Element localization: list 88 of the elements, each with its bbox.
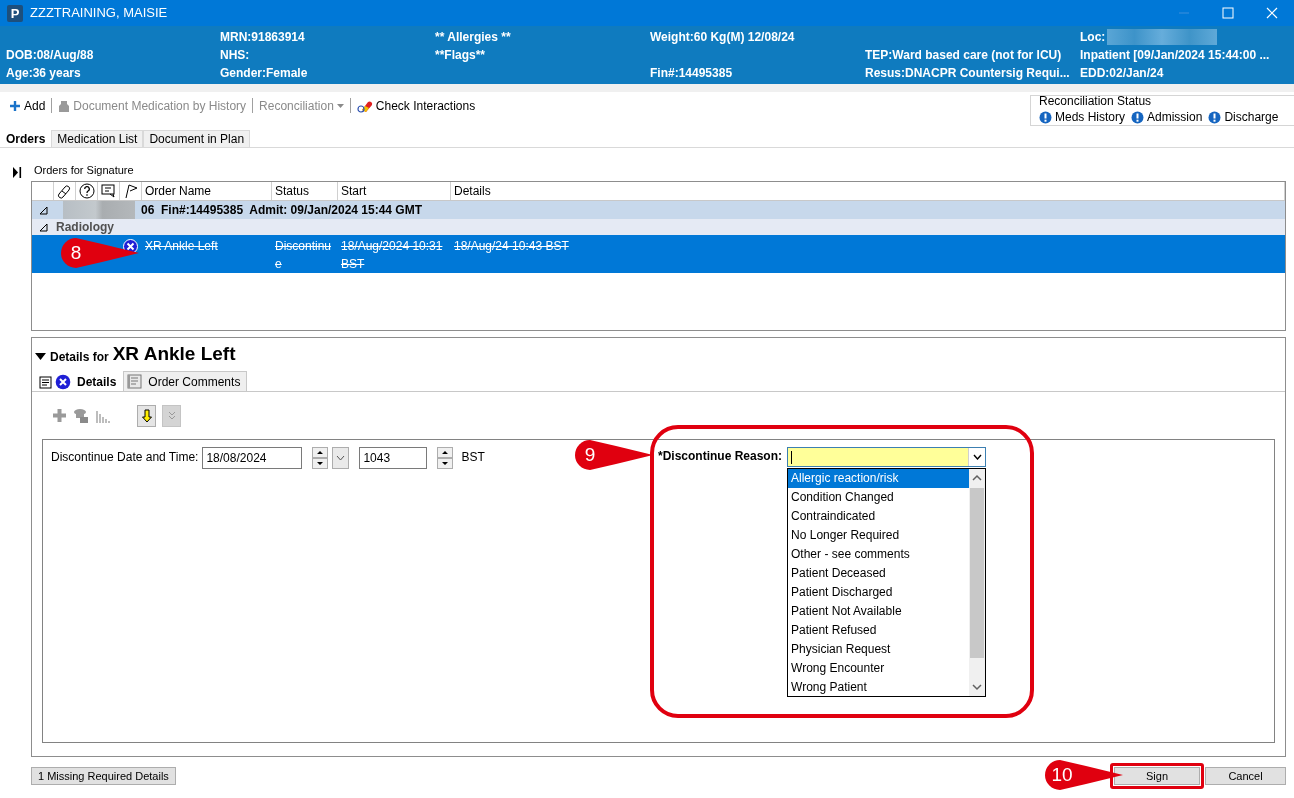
move-down-button[interactable] bbox=[137, 404, 156, 427]
help-icon bbox=[77, 182, 96, 200]
timezone-label: BST bbox=[461, 449, 485, 466]
dropdown-option[interactable]: Other - see comments bbox=[788, 545, 970, 564]
status-label: Admission bbox=[1147, 109, 1203, 126]
order-name: XR Ankle Left bbox=[145, 239, 218, 253]
column-header: Start bbox=[341, 183, 367, 200]
patient-info-text: EDD:02/Jan/24 bbox=[1080, 65, 1164, 82]
status-button[interactable]: 1 Missing Required Details bbox=[31, 767, 176, 785]
close-icon bbox=[1266, 7, 1278, 19]
status-label: Meds History bbox=[1055, 109, 1125, 126]
patient-info-text: DOB:08/Aug/88 bbox=[6, 47, 94, 64]
order-status: Discontinue bbox=[275, 239, 332, 271]
app-logo: P bbox=[7, 4, 23, 22]
field-label: Discontinue Date and Time: bbox=[51, 449, 199, 466]
plus-icon bbox=[52, 408, 67, 423]
plus-icon bbox=[9, 100, 21, 112]
chevron-down-icon bbox=[336, 455, 346, 461]
move-last-button[interactable] bbox=[162, 404, 181, 427]
alert-icon bbox=[1131, 110, 1144, 124]
spin-buttons[interactable] bbox=[312, 447, 329, 469]
column-header: Status bbox=[275, 183, 310, 200]
dropdown-option[interactable]: Wrong Patient bbox=[788, 678, 970, 697]
patient-info-text: NHS: bbox=[220, 47, 250, 64]
spin-buttons[interactable] bbox=[437, 447, 454, 469]
order-details: 18/Aug/24 10:43 BST bbox=[454, 239, 569, 253]
callout-marker: 8 bbox=[60, 237, 140, 269]
expand-toggle[interactable] bbox=[39, 222, 48, 232]
alert-icon bbox=[1039, 110, 1052, 124]
panel-title: Reconciliation Status bbox=[1039, 95, 1153, 108]
dropdown-field[interactable] bbox=[787, 447, 987, 467]
field-label: *Discontinue Reason: bbox=[658, 448, 783, 465]
patient-info-text: Loc: bbox=[1080, 29, 1106, 46]
group-label: Radiology bbox=[56, 219, 114, 236]
tab[interactable]: Medication List bbox=[51, 130, 144, 147]
cancel-button[interactable]: Cancel bbox=[1205, 767, 1286, 785]
dropdown-option[interactable]: Physician Request bbox=[788, 640, 970, 659]
order-start: 18/Aug/2024 10:31 BST bbox=[341, 239, 443, 271]
sign-button[interactable]: Sign bbox=[1114, 767, 1200, 785]
patient-info-text: Weight:60 Kg(M) 12/08/24 bbox=[650, 29, 795, 46]
down-arrow-icon bbox=[141, 408, 152, 423]
patient-info-text: Fin#:14495385 bbox=[650, 65, 733, 82]
window-title: ZZZTRAINING, MAISIE bbox=[30, 4, 168, 23]
dropdown-option[interactable]: Contraindicated bbox=[788, 507, 970, 526]
details-label: Details for bbox=[50, 348, 109, 366]
column-header: Order Name bbox=[145, 183, 212, 200]
dropdown-option[interactable]: Allergic reaction/risk bbox=[788, 469, 970, 488]
dropdown-option[interactable]: Patient Not Available bbox=[788, 602, 970, 621]
callout-marker: 10 bbox=[1044, 759, 1124, 791]
dropdown-option[interactable]: No Longer Required bbox=[788, 526, 970, 545]
section-title: Orders for Signature bbox=[34, 162, 134, 178]
pill-icon bbox=[356, 99, 373, 113]
cancel-icon bbox=[55, 373, 71, 390]
patient-info-text: Resus:DNACPR Countersig Requi... bbox=[865, 65, 1070, 82]
date-field[interactable]: 18/08/2024 bbox=[202, 447, 303, 469]
dropdown-option[interactable]: Patient Refused bbox=[788, 621, 970, 640]
document-icon bbox=[127, 374, 143, 389]
patient-info-text: **Flags** bbox=[435, 47, 486, 64]
order-title: XR Ankle Left bbox=[112, 342, 236, 367]
alert-icon bbox=[1208, 110, 1222, 124]
dropdown-caret-icon bbox=[336, 104, 344, 108]
toolbar-button[interactable]: Check Interactions bbox=[353, 97, 479, 115]
patient-info-text: Gender:Female bbox=[220, 65, 308, 82]
tab[interactable]: Document in Plan bbox=[143, 130, 251, 147]
patient-info-text: ** Allergies ** bbox=[435, 29, 511, 46]
status-label: Discharge bbox=[1224, 109, 1279, 126]
collapse-caret-icon bbox=[35, 353, 46, 360]
chevron-down-icon bbox=[972, 454, 982, 460]
maximize-icon bbox=[1222, 7, 1234, 19]
expand-toggle[interactable] bbox=[39, 205, 48, 215]
clipboard-icon bbox=[39, 374, 53, 389]
dropdown-option[interactable]: Condition Changed bbox=[788, 488, 970, 507]
tab[interactable]: Order Comments bbox=[123, 371, 248, 391]
selected-row-highlight[interactable] bbox=[32, 235, 1285, 273]
column-header: Details bbox=[454, 183, 491, 200]
toolbar-button[interactable]: Add bbox=[6, 97, 49, 115]
patient-info-text: MRN:91863914 bbox=[220, 29, 305, 46]
patient-info-text: Age:36 years bbox=[6, 65, 81, 82]
patient-info-text: TEP:Ward based care (not for ICU) bbox=[865, 47, 1062, 64]
comment-icon bbox=[99, 182, 118, 200]
dropdown-option[interactable]: Patient Deceased bbox=[788, 564, 970, 583]
encounter-text: 06 Fin#:14495385 Admit: 09/Jan/2024 15:44 GMT bbox=[141, 202, 423, 219]
pane-toggle-icon bbox=[12, 167, 22, 178]
double-chevron-icon bbox=[166, 409, 177, 422]
dropdown-option[interactable]: Wrong Encounter bbox=[788, 659, 970, 678]
time-field[interactable]: 1043 bbox=[359, 447, 428, 469]
patient-info-text: Inpatient [09/Jan/2024 15:44:00 ... bbox=[1080, 47, 1270, 64]
dropdown-option[interactable]: Patient Discharged bbox=[788, 583, 970, 602]
